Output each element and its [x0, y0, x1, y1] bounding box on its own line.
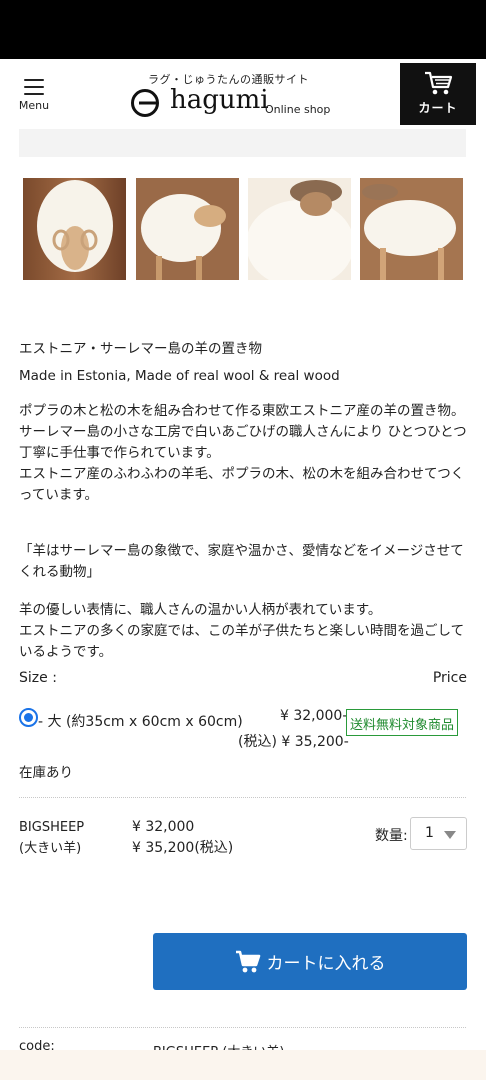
- product-title: エストニア・サーレマー島の羊の置き物: [19, 341, 262, 357]
- menu-button[interactable]: Menu: [14, 79, 54, 119]
- price-label: Price: [432, 670, 467, 686]
- order-code-name: (大きい羊): [19, 841, 82, 856]
- size-label: Size :: [19, 670, 57, 686]
- order-price: ¥ 32,000: [132, 819, 195, 835]
- cart-icon: [235, 950, 260, 972]
- add-to-cart-button[interactable]: カートに入れる: [153, 933, 467, 990]
- thumbnail-2[interactable]: [136, 178, 239, 280]
- product-description-2: 羊の優しい表情に、職人さんの温かい人柄が表れています。 エストニアの多くの家庭で…: [19, 602, 465, 660]
- size-option-radio[interactable]: [19, 708, 38, 727]
- quantity-value: 1: [425, 825, 434, 841]
- chevron-down-icon: [444, 831, 456, 839]
- size-option-price: ¥ 32,000-: [280, 708, 348, 724]
- order-price-block: ¥ 32,000 ¥ 35,200(税込): [132, 817, 233, 859]
- divider: [19, 797, 466, 798]
- quantity-select[interactable]: 1: [410, 817, 467, 850]
- main-image-bottom: [19, 129, 466, 157]
- logo-wordmark[interactable]: hagumi: [170, 85, 269, 115]
- size-option-label[interactable]: - 大 (約35cm x 60cm x 60cm): [38, 711, 243, 731]
- logo-mark-icon[interactable]: [130, 88, 160, 118]
- status-bar: [0, 0, 486, 59]
- thumbnail-1[interactable]: [23, 178, 126, 280]
- logo-subtitle: Online shop: [265, 103, 331, 116]
- quantity-label: 数量:: [375, 828, 408, 844]
- cart-icon: [425, 71, 453, 95]
- header-cart-label: カート: [418, 101, 458, 115]
- size-option-price-tax: (税込) ¥ 35,200-: [238, 734, 349, 750]
- free-shipping-badge: 送料無料対象商品: [346, 709, 459, 736]
- product-subtitle: Made in Estonia, Made of real wool & rea…: [19, 368, 340, 384]
- order-price-tax: ¥ 35,200(税込): [132, 840, 234, 856]
- bottom-bar: [0, 1050, 486, 1080]
- header-cart-button[interactable]: カート: [400, 63, 476, 125]
- product-description: ポプラの木と松の木を組み合わせて作る東欧エストニア産の羊の置き物。 サーレマー島…: [19, 403, 467, 503]
- stock-status: 在庫あり: [19, 765, 73, 781]
- order-product-code: BIGSHEEP (大きい羊): [19, 817, 84, 859]
- hamburger-icon: [24, 79, 44, 95]
- thumbnail-3[interactable]: [248, 178, 351, 280]
- add-to-cart-label: カートに入れる: [266, 954, 386, 974]
- site-header: Menu ラグ・じゅうたんの通販サイト hagumi Online shop カ…: [0, 59, 486, 129]
- divider: [19, 1027, 466, 1028]
- product-quote: 「羊はサーレマー島の象徴で、家庭や温かさ、愛情などをイメージさせてくれる動物」: [19, 543, 464, 580]
- thumbnail-4[interactable]: [360, 178, 463, 280]
- order-code: BIGSHEEP: [19, 820, 85, 835]
- thumbnail-gallery: [23, 178, 463, 280]
- menu-label: Menu: [18, 99, 50, 112]
